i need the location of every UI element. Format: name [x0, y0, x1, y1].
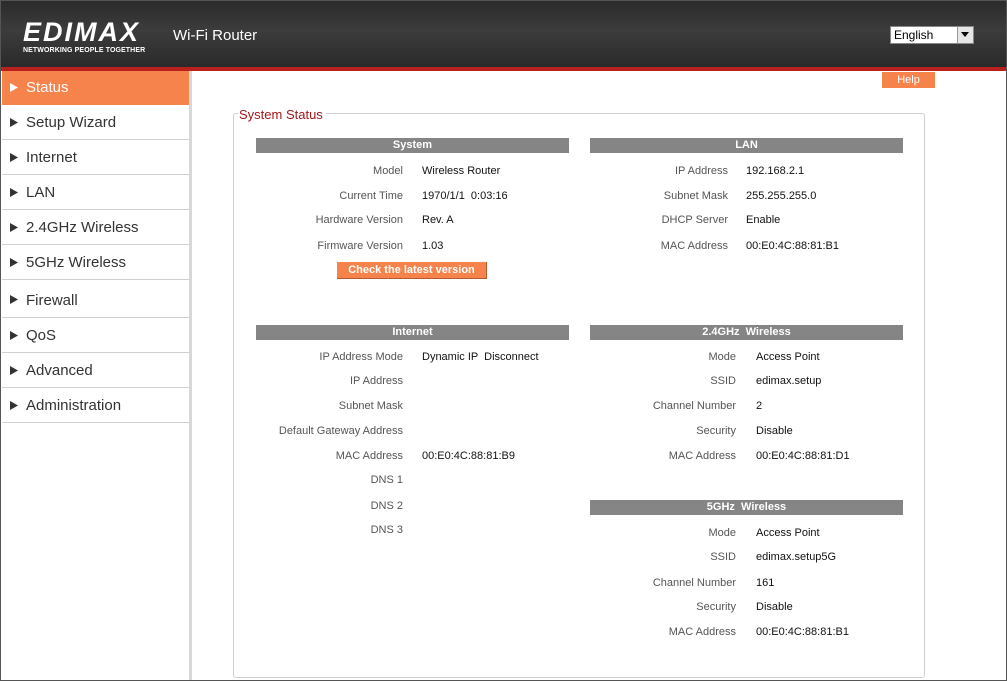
- row-label: SSID: [710, 551, 736, 563]
- row-label: Channel Number: [652, 400, 736, 412]
- row-value: 255.255.255.0: [746, 190, 817, 202]
- wireless-24ghz-section-header: 2.4GHz Wireless: [590, 325, 903, 340]
- triangle-right-icon: [10, 118, 18, 127]
- row-label: DNS 2: [370, 500, 403, 512]
- triangle-right-icon: [10, 366, 18, 375]
- language-select[interactable]: English: [890, 26, 974, 44]
- sidebar-item-label: LAN: [26, 184, 56, 201]
- sidebar-item-2-4ghz-wireless[interactable]: 2.4GHz Wireless: [2, 211, 189, 245]
- sidebar-item-label: Firewall: [26, 292, 78, 309]
- row-value: 192.168.2.1: [746, 165, 805, 177]
- check-latest-version-button[interactable]: Check the latest version: [337, 262, 487, 279]
- row-label: Model: [373, 165, 403, 177]
- edimax-logo: EDIMAX NETWORKING PEOPLE TOGETHER: [23, 17, 153, 55]
- row-value: 161: [756, 577, 775, 589]
- row-label: Current Time: [339, 190, 403, 202]
- sidebar-item-5ghz-wireless[interactable]: 5GHz Wireless: [2, 246, 189, 280]
- sidebar-item-advanced[interactable]: Advanced: [2, 354, 189, 388]
- row-label: Firmware Version: [317, 240, 403, 252]
- row-value: 00:E0:4C:88:81:B1: [746, 240, 839, 252]
- app-title: Wi-Fi Router: [173, 27, 258, 44]
- row-label: Hardware Version: [315, 214, 403, 226]
- row-label: DNS 1: [370, 474, 403, 486]
- row-label: IP Address: [350, 375, 403, 387]
- triangle-right-icon: [10, 258, 18, 267]
- row-value: Wireless Router: [422, 165, 501, 177]
- triangle-right-icon: [10, 401, 18, 410]
- row-value: Dynamic IP Disconnect: [422, 351, 539, 363]
- row-label: Channel Number: [652, 577, 736, 589]
- sidebar-item-label: Administration: [26, 397, 122, 414]
- triangle-right-icon: [10, 223, 18, 232]
- triangle-right-icon: [10, 331, 18, 340]
- sidebar-item-internet[interactable]: Internet: [2, 141, 189, 175]
- sidebar-item-setup-wizard[interactable]: Setup Wizard: [2, 106, 189, 140]
- triangle-right-icon: [10, 83, 18, 92]
- panel-title: System Status: [238, 107, 326, 122]
- row-value: edimax.setup5G: [756, 551, 837, 563]
- sidebar-item-status[interactable]: Status: [2, 71, 189, 105]
- row-label: Subnet Mask: [338, 400, 403, 412]
- sidebar-divider: [189, 71, 192, 680]
- logo-tagline: NETWORKING PEOPLE TOGETHER: [23, 47, 146, 54]
- triangle-right-icon: [10, 153, 18, 162]
- triangle-right-icon: [10, 188, 18, 197]
- row-value: Disable: [756, 601, 793, 613]
- row-value: 2: [756, 400, 763, 412]
- sidebar-item-label: Setup Wizard: [26, 114, 117, 131]
- help-button[interactable]: Help: [882, 72, 935, 88]
- language-value: English: [894, 28, 934, 42]
- row-value: 1.03: [422, 240, 444, 252]
- row-value: 00:E0:4C:88:81:B1: [756, 626, 849, 638]
- system-section-header: System: [256, 138, 569, 153]
- row-value: edimax.setup: [756, 375, 822, 387]
- row-value: Access Point: [756, 351, 820, 363]
- row-value: 00:E0:4C:88:81:D1: [756, 450, 850, 462]
- logo-wordmark: EDIMAX: [23, 17, 141, 47]
- triangle-right-icon: [10, 295, 18, 304]
- row-label: IP Address: [675, 165, 728, 177]
- sidebar-nav: Status Setup Wizard Internet LAN 2.4GHz …: [2, 71, 189, 680]
- row-label: IP Address Mode: [319, 351, 403, 363]
- row-label: MAC Address: [335, 450, 403, 462]
- sidebar-item-administration[interactable]: Administration: [2, 389, 189, 423]
- row-label: Mode: [708, 527, 736, 539]
- row-label: Mode: [708, 351, 736, 363]
- row-value: Enable: [746, 214, 781, 226]
- row-label: Default Gateway Address: [278, 425, 403, 437]
- row-value: Rev. A: [422, 214, 454, 226]
- row-label: DNS 3: [370, 524, 403, 536]
- internet-section-header: Internet: [256, 325, 569, 340]
- router-window: EDIMAX NETWORKING PEOPLE TOGETHER Wi-Fi …: [0, 0, 1007, 681]
- sidebar-item-firewall[interactable]: Firewall: [2, 281, 189, 318]
- row-label: MAC Address: [668, 626, 736, 638]
- lan-section-header: LAN: [590, 138, 903, 153]
- row-label: Subnet Mask: [663, 190, 728, 202]
- row-label: DHCP Server: [661, 214, 728, 226]
- row-value: Disable: [756, 425, 793, 437]
- row-label: Security: [696, 601, 736, 613]
- row-label: Security: [696, 425, 736, 437]
- dropdown-arrow-icon[interactable]: [957, 27, 973, 43]
- row-label: MAC Address: [668, 450, 736, 462]
- row-value: 00:E0:4C:88:81:B9: [422, 450, 515, 462]
- sidebar-item-qos[interactable]: QoS: [2, 319, 189, 353]
- header-bar: EDIMAX NETWORKING PEOPLE TOGETHER Wi-Fi …: [1, 1, 1006, 67]
- row-label: SSID: [710, 375, 736, 387]
- sidebar-item-label: Internet: [26, 149, 77, 166]
- sidebar-item-label: QoS: [26, 327, 57, 344]
- sidebar-item-lan[interactable]: LAN: [2, 176, 189, 210]
- sidebar-item-label: 2.4GHz Wireless: [26, 219, 139, 236]
- sidebar-item-label: 5GHz Wireless: [26, 254, 127, 271]
- wireless-5ghz-section-header: 5GHz Wireless: [590, 500, 903, 515]
- sidebar-item-label: Status: [26, 79, 69, 96]
- row-value: Access Point: [756, 527, 820, 539]
- row-label: MAC Address: [660, 240, 728, 252]
- row-value: 1970/1/1 0:03:16: [422, 190, 508, 202]
- sidebar-item-label: Advanced: [26, 362, 93, 379]
